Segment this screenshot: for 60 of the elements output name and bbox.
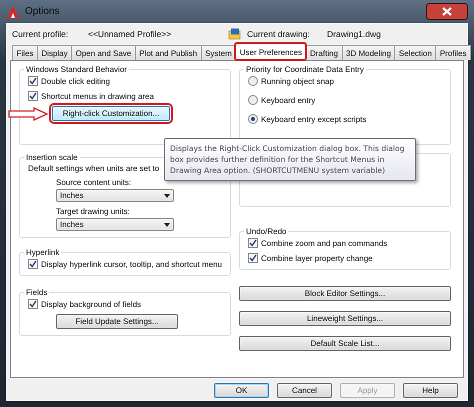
- tab[interactable]: User Preferences: [235, 43, 306, 60]
- tab[interactable]: System: [200, 45, 236, 60]
- checkbox[interactable]: [28, 76, 38, 86]
- dialog-button[interactable]: OK: [214, 383, 269, 398]
- settings-button[interactable]: Right-click Customization...: [52, 106, 170, 121]
- settings-button[interactable]: Field Update Settings...: [56, 314, 178, 329]
- tab[interactable]: Files: [12, 45, 38, 60]
- checkbox[interactable]: [28, 299, 38, 309]
- drawing-icon: [228, 28, 241, 40]
- dropdown-arrow-icon: [164, 194, 170, 198]
- radio-label: Keyboard entry except scripts: [261, 114, 366, 124]
- radio-label: Running object snap: [261, 76, 334, 86]
- tab[interactable]: Selection: [394, 45, 436, 60]
- radio-label: Keyboard entry: [261, 96, 316, 104]
- dialog-button[interactable]: Help: [403, 383, 458, 398]
- tab[interactable]: Drafting: [305, 45, 342, 60]
- radio-button[interactable]: [248, 95, 258, 105]
- checkbox-label: Display background of fields: [41, 300, 142, 308]
- checkbox[interactable]: [28, 259, 38, 269]
- window-title: Options: [25, 6, 60, 17]
- checkbox[interactable]: [248, 238, 258, 248]
- radio-button[interactable]: [248, 76, 258, 86]
- settings-button[interactable]: Default Scale List...: [239, 336, 451, 351]
- settings-button[interactable]: Block Editor Settings...: [239, 286, 451, 301]
- drawing-label: Current drawing:: [247, 29, 311, 39]
- group-title: Windows Standard Behavior: [25, 65, 128, 74]
- group-title: Hyperlink: [25, 248, 60, 257]
- tab[interactable]: Plot and Publish: [134, 45, 202, 60]
- units-dropdown[interactable]: Inches: [56, 189, 174, 202]
- tab[interactable]: Display: [36, 45, 72, 60]
- group-title: Priority for Coordinate Data Entry: [245, 65, 365, 74]
- checkbox-label: Double click editing: [41, 76, 110, 86]
- group-title: Fields: [25, 288, 48, 297]
- tab[interactable]: Open and Save: [71, 45, 136, 60]
- field-label: Target drawing units:: [56, 207, 131, 216]
- checkbox-label: Combine zoom and pan commands: [261, 238, 388, 248]
- check-icon: [29, 260, 37, 268]
- units-dropdown[interactable]: Inches: [56, 218, 174, 231]
- dialog-button[interactable]: Cancel: [277, 383, 332, 398]
- close-icon: [426, 3, 468, 20]
- dropdown-arrow-icon: [164, 222, 170, 226]
- app-icon: [6, 4, 20, 18]
- drawing-name: Drawing1.dwg: [327, 29, 381, 39]
- group-text: Default settings when units are set to: [28, 164, 160, 173]
- checkbox[interactable]: [248, 253, 258, 263]
- group-title: Insertion scale: [25, 153, 79, 162]
- field-label: Source content units:: [56, 178, 132, 187]
- group-title: Undo/Redo: [245, 227, 288, 236]
- profile-name: <<Unnamed Profile>>: [88, 29, 172, 39]
- settings-button[interactable]: Lineweight Settings...: [239, 311, 451, 326]
- radio-button[interactable]: [248, 114, 258, 124]
- checkbox-label: Shortcut menus in drawing area: [41, 92, 154, 100]
- checkbox-label: Combine layer property change: [261, 254, 373, 262]
- checkbox[interactable]: [28, 91, 38, 101]
- check-icon: [29, 300, 37, 308]
- tab[interactable]: 3D Modeling: [342, 45, 396, 60]
- checkbox-label: Display hyperlink cursor, tooltip, and shortcut menu: [41, 260, 222, 268]
- profile-label: Current profile:: [11, 29, 70, 39]
- tab[interactable]: Profiles: [435, 45, 472, 60]
- close-button[interactable]: [426, 3, 468, 20]
